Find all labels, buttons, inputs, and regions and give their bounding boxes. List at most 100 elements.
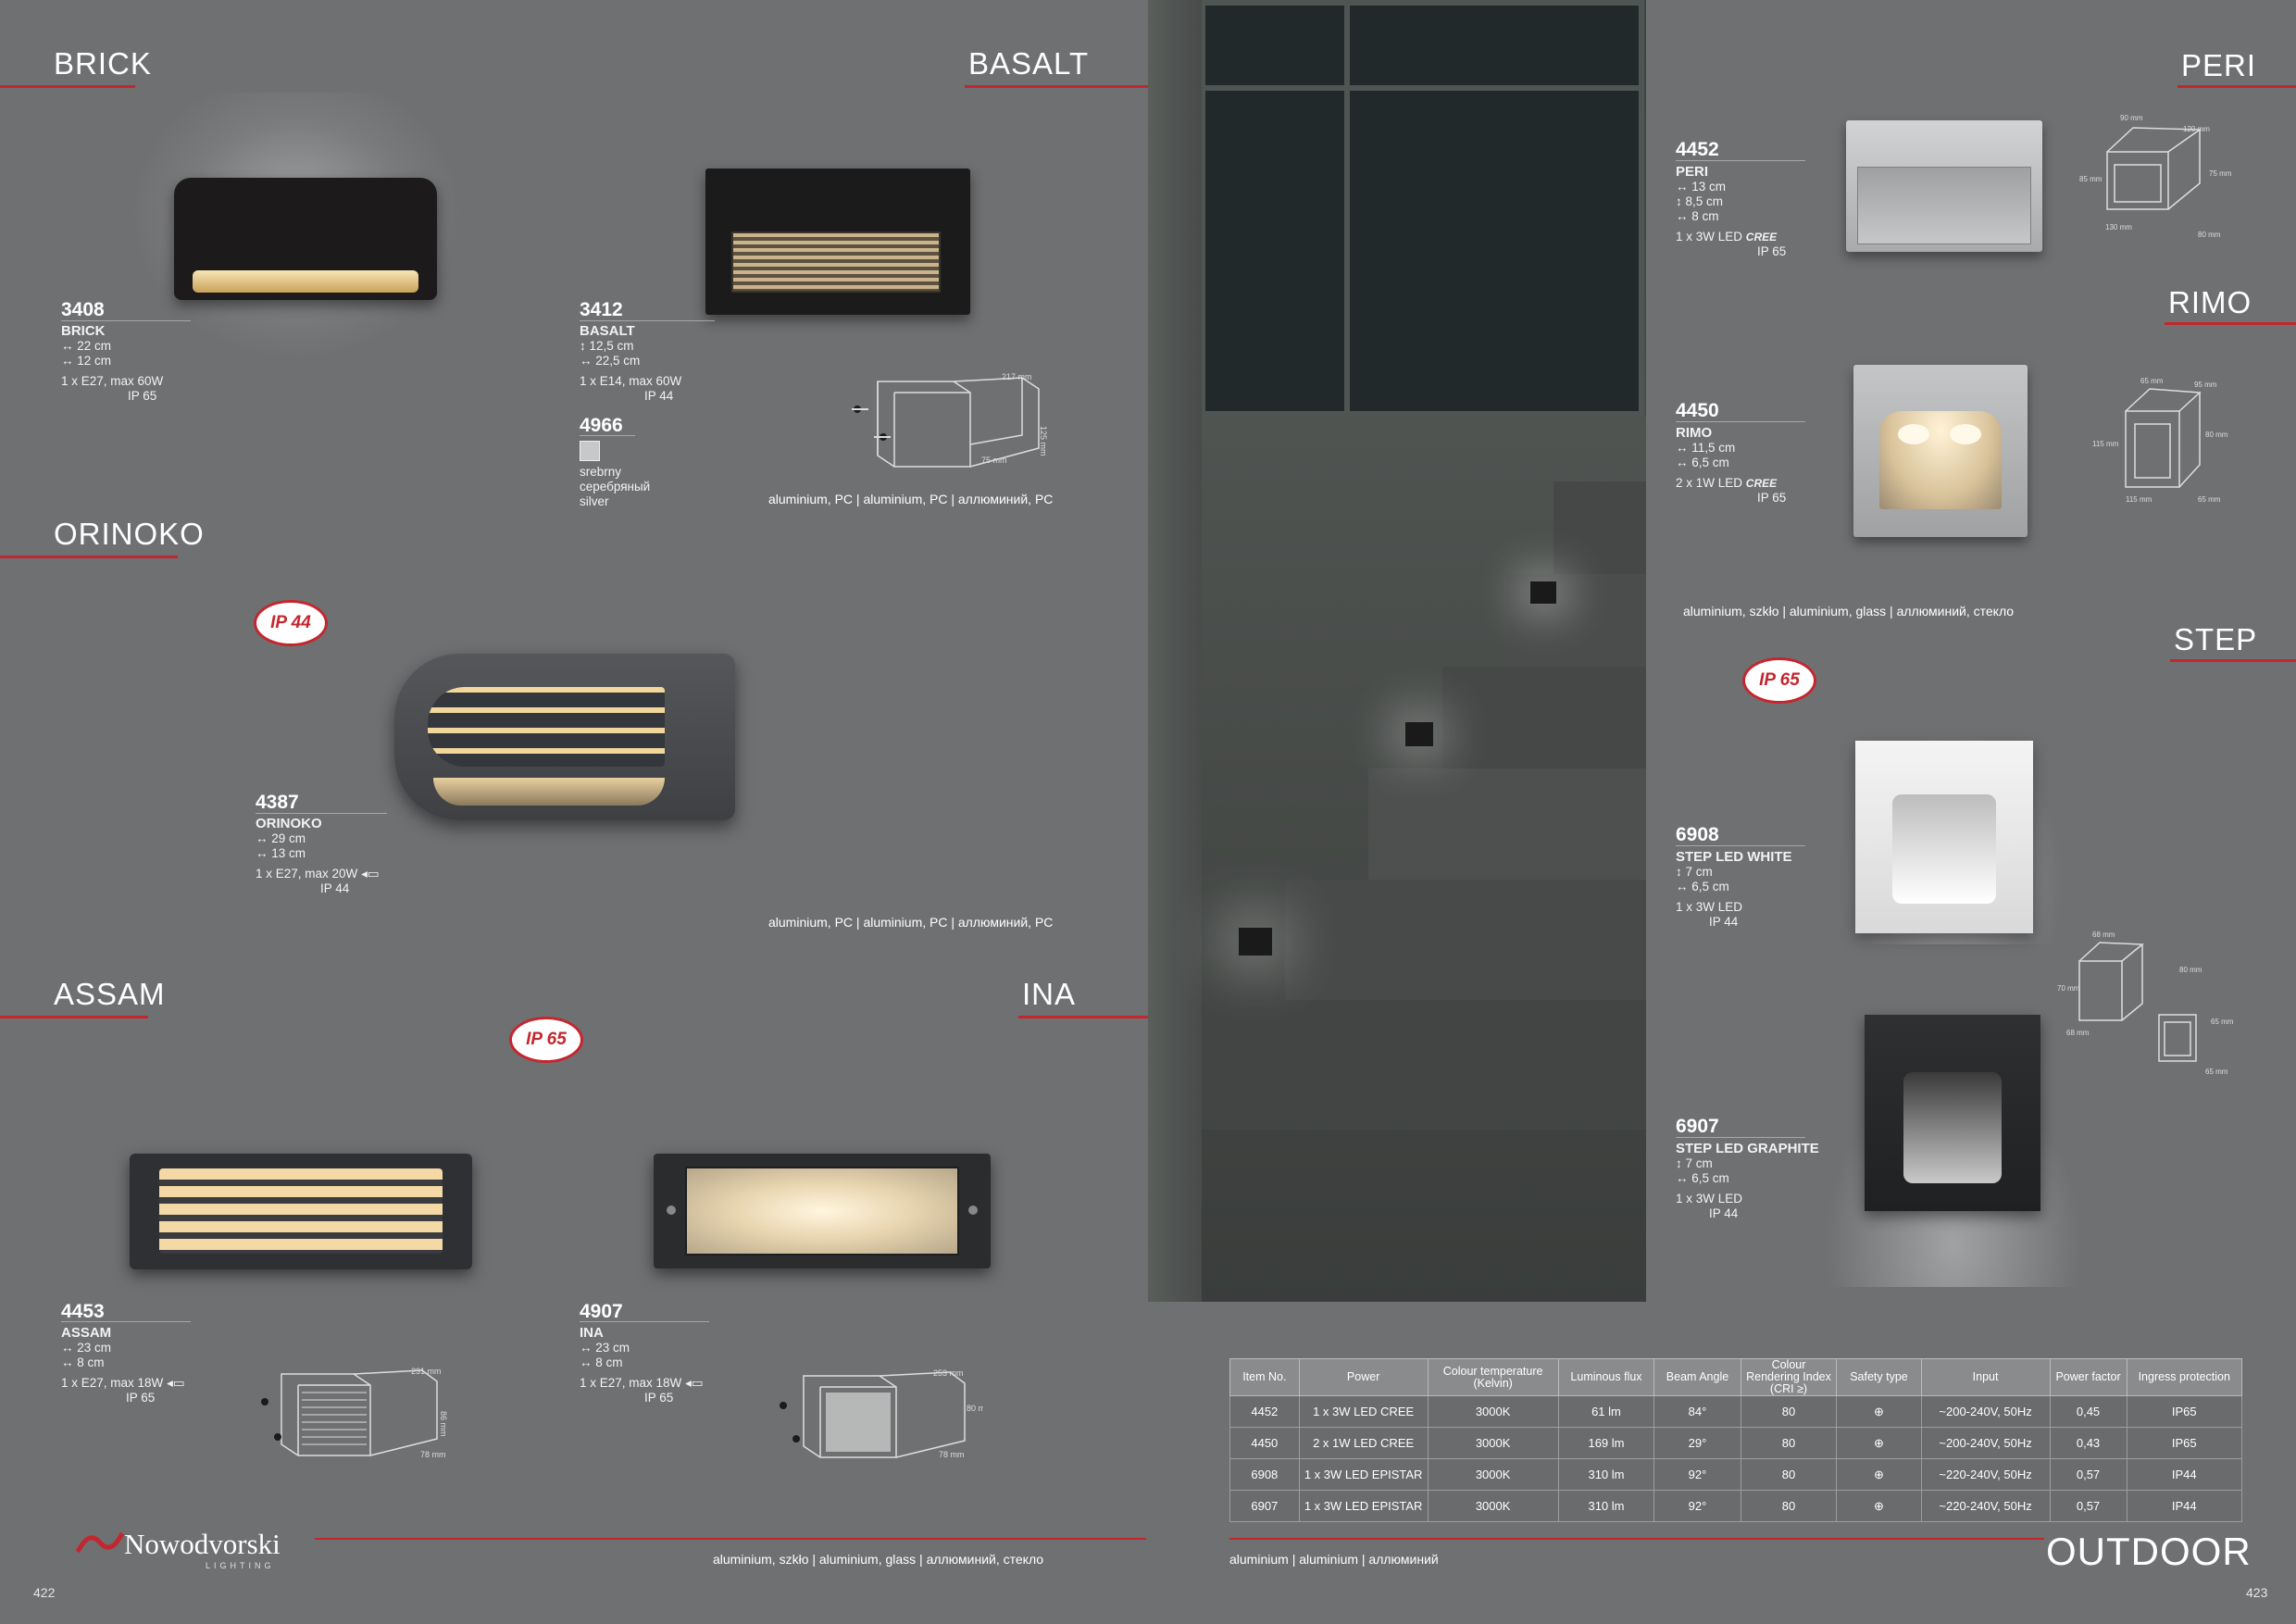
cell-colour-temperature: 3000K: [1427, 1458, 1559, 1491]
cell-input: ~200-240V, 50Hz: [1920, 1395, 2051, 1428]
cell-luminous-flux: 310 lm: [1557, 1490, 1655, 1522]
table-row: 6908 1 x 3W LED EPISTAR 3000K 310 lm 92°…: [1229, 1458, 2242, 1491]
dimension-depth: ↔ 8 cm: [1676, 209, 1719, 223]
color-swatch-silver: [580, 441, 600, 461]
dimension-width: ↔ 23 cm: [61, 1341, 112, 1355]
section-title-basalt: BASALT: [968, 46, 1090, 81]
cell-item-no: 4452: [1229, 1395, 1300, 1428]
column-header: Power factor: [2049, 1358, 2128, 1396]
dimension-width: ↔ 13 cm: [1676, 180, 1727, 194]
cell-ingress-protection: IP65: [2126, 1427, 2242, 1459]
cell-safety-type: ⊕: [1836, 1458, 1922, 1491]
cell-power: 1 x 3W LED EPISTAR: [1298, 1490, 1429, 1522]
cell-luminous-flux: 61 lm: [1557, 1395, 1655, 1428]
cell-beam-angle: 92°: [1653, 1458, 1741, 1491]
cell-cri: 80: [1740, 1427, 1838, 1459]
product-code-4907: 4907: [580, 1301, 623, 1322]
led-spec-table: Item No. Power Colour temperature (Kelvi…: [1229, 1358, 2242, 1522]
rimo-dim-f: 65 mm: [2198, 495, 2221, 504]
product-specs-3412: BASALT ↕ 12,5 cm ↔ 22,5 cm 1 x E14, max …: [580, 324, 681, 404]
dimension-width: ↔ 22 cm: [61, 339, 112, 353]
assam-lamp-image: [130, 1154, 472, 1269]
column-header: Colour temperature (Kelvin): [1427, 1358, 1559, 1396]
power-value: 1 x 3W LED: [1676, 230, 1743, 244]
cell-power: 2 x 1W LED CREE: [1298, 1427, 1429, 1459]
dimension-depth: ↔ 6,5 cm: [1676, 880, 1729, 893]
section-underline: [0, 1016, 148, 1018]
code-underline: [61, 1321, 191, 1322]
cell-safety-type: ⊕: [1836, 1395, 1922, 1428]
table-row: 4452 1 x 3W LED CREE 3000K 61 lm 84° 80 …: [1229, 1395, 2242, 1428]
ina-dim-height: 80 mm: [967, 1404, 983, 1413]
step-dim-b: 80 mm: [2179, 966, 2202, 974]
dimension-depth: ↔ 8 cm: [61, 1355, 105, 1369]
product-code-4966: 4966: [580, 415, 623, 436]
section-underline: [2165, 322, 2296, 325]
section-title-assam: ASSAM: [54, 977, 166, 1011]
section-underline: [2170, 659, 2296, 662]
product-specs-4452: PERI ↔ 13 cm ↕ 8,5 cm ↔ 8 cm 1 x 3W LED …: [1676, 165, 1786, 259]
ip-rating: IP 65: [1757, 244, 1787, 258]
section-underline: [0, 85, 135, 88]
product-specs-4450: RIMO ↔ 11,5 cm ↔ 6,5 cm 2 x 1W LED CREE …: [1676, 426, 1786, 506]
dimension-height: ↕ 7 cm: [1676, 1156, 1713, 1170]
step-dim-a: 68 mm: [2092, 931, 2115, 939]
table-row: 4450 2 x 1W LED CREE 3000K 169 lm 29° 80…: [1229, 1427, 2242, 1459]
peri-dim-e: 130 mm: [2105, 223, 2132, 231]
ip-rating: IP 44: [1709, 915, 1739, 929]
bulb-icon: ◂▭: [167, 1376, 185, 1390]
code-underline: [1676, 160, 1805, 161]
dimension-width: ↔ 23 cm: [580, 1341, 630, 1355]
ip-rating: IP 65: [128, 389, 157, 403]
column-header: Colour Rendering Index (CRI ≥): [1740, 1358, 1838, 1396]
ina-dim-width: 253 mm: [933, 1368, 964, 1378]
color-name-ru: серебряный: [580, 480, 651, 493]
rimo-dim-d: 80 mm: [2205, 431, 2228, 439]
section-underline: [1018, 1016, 1148, 1018]
footer-rule: [315, 1538, 1146, 1540]
step-technical-drawing: 68 mm 80 mm 65 mm 68 mm 65 mm 70 mm: [2057, 931, 2234, 1076]
dimension-depth: ↔ 13 cm: [256, 846, 306, 860]
cell-power: 1 x 3W LED CREE: [1298, 1395, 1429, 1428]
code-underline: [580, 320, 715, 321]
product-specs-3408: BRICK ↔ 22 cm ↔ 12 cm 1 x E27, max 60W I…: [61, 324, 163, 404]
product-name: RIMO: [1676, 425, 1713, 441]
orinoko-lamp-image: [394, 654, 735, 820]
ip-rating: IP 65: [126, 1391, 156, 1405]
cell-luminous-flux: 169 lm: [1557, 1427, 1655, 1459]
rimo-dim-a: 65 mm: [2140, 377, 2164, 385]
column-header: Ingress protection: [2126, 1358, 2242, 1396]
section-title-peri: PERI: [2181, 48, 2257, 82]
cell-power-factor: 0,43: [2049, 1427, 2128, 1459]
peri-dim-b: 120 mm: [2183, 125, 2210, 133]
nowodvorski-logo-icon: [75, 1528, 125, 1557]
column-header: Safety type: [1836, 1358, 1922, 1396]
column-header: Beam Angle: [1653, 1358, 1741, 1396]
product-code-4452: 4452: [1676, 139, 1719, 160]
ip-rating: IP 65: [644, 1391, 674, 1405]
ip-rating: IP 44: [1709, 1206, 1739, 1220]
product-code-3412: 3412: [580, 299, 623, 320]
product-name: INA: [580, 1325, 604, 1341]
material-orinoko: aluminium, PC | aluminium, PC | аллюмини…: [768, 915, 1054, 930]
assam-dim-height: 86 mm: [439, 1411, 448, 1437]
cree-logo: CREE: [1745, 477, 1778, 490]
brand-logo-subtext: LIGHTING: [206, 1561, 275, 1570]
step-dim-e: 65 mm: [2205, 1068, 2228, 1076]
ina-dim-depth: 78 mm: [939, 1450, 965, 1459]
step-white-lamp-image: [1855, 741, 2033, 933]
power-spec: 1 x E14, max 60W: [580, 374, 682, 388]
peri-lamp-image: [1846, 120, 2042, 252]
table-header-row: Item No. Power Colour temperature (Kelvi…: [1229, 1358, 2242, 1396]
peri-technical-drawing: 90 mm 120 mm 85 mm 75 mm 130 mm 80 mm: [2079, 114, 2232, 239]
basalt-dim-width: 217 mm: [1002, 372, 1032, 381]
rimo-lamp-image: [1853, 365, 2028, 537]
rimo-dim-c: 115 mm: [2092, 440, 2119, 448]
product-name: BRICK: [61, 323, 106, 339]
cell-cri: 80: [1740, 1458, 1838, 1491]
dimension-depth: ↔ 6,5 cm: [1676, 456, 1729, 469]
cell-power: 1 x 3W LED EPISTAR: [1298, 1458, 1429, 1491]
category-title: OUTDOOR: [2046, 1530, 2252, 1573]
product-name: PERI: [1676, 164, 1709, 180]
code-underline: [580, 435, 635, 436]
